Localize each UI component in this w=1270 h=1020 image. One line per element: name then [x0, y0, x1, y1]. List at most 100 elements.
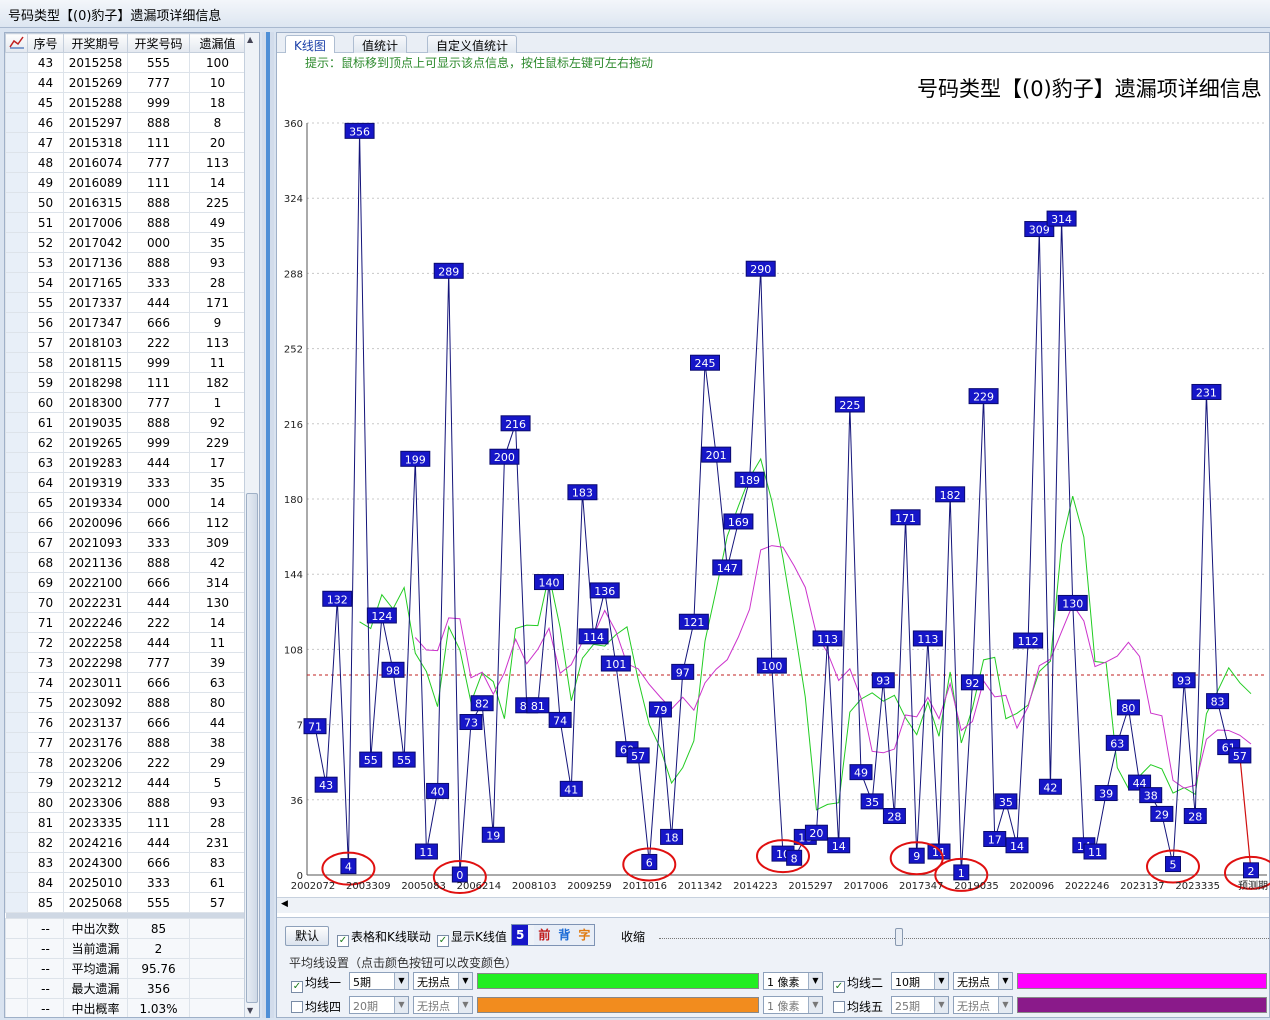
table-row[interactable]: 43 2015258 555 100 [5, 52, 246, 73]
table-row[interactable]: 44 2015269 777 10 [5, 72, 246, 93]
row-indicator[interactable] [5, 492, 28, 513]
checkbox-checked-icon[interactable]: ✓ [437, 935, 449, 947]
checkbox-checked-icon[interactable]: ✓ [291, 981, 303, 993]
row-indicator[interactable] [5, 52, 28, 73]
scrollbar-thumb[interactable] [246, 493, 258, 1003]
row-indicator[interactable] [5, 612, 28, 633]
ma1-inflection-select[interactable]: 无拐点 ▼ [413, 972, 473, 990]
ma5-period-select[interactable]: 25期 ▼ [891, 996, 949, 1014]
table-row[interactable]: 83 2024300 666 83 [5, 852, 246, 873]
table-row[interactable]: 71 2022246 222 14 [5, 612, 246, 633]
row-indicator[interactable] [5, 692, 28, 713]
table-row[interactable]: 53 2017136 888 93 [5, 252, 246, 273]
table-row[interactable]: 56 2017347 666 9 [5, 312, 246, 333]
table-row[interactable]: 46 2015297 888 8 [5, 112, 246, 133]
table-row[interactable]: 57 2018103 222 113 [5, 332, 246, 353]
row-indicator[interactable] [5, 792, 28, 813]
table-row[interactable]: 62 2019265 999 229 [5, 432, 246, 453]
table-row[interactable]: 75 2023092 888 80 [5, 692, 246, 713]
show-value-checkbox[interactable]: ✓ 显示K线值 [437, 928, 507, 947]
row-indicator[interactable] [5, 872, 28, 893]
table-row[interactable]: 65 2019334 000 14 [5, 492, 246, 513]
row-indicator[interactable] [5, 592, 28, 613]
scroll-down-icon[interactable]: ▼ [247, 1006, 253, 1015]
table-row[interactable]: 59 2018298 111 182 [5, 372, 246, 393]
badge-number[interactable]: 5 [512, 925, 529, 945]
row-indicator[interactable] [5, 332, 28, 353]
row-indicator[interactable] [5, 292, 28, 313]
ma4-period-select[interactable]: 20期 ▼ [349, 996, 409, 1014]
checkbox-checked-icon[interactable]: ✓ [833, 981, 845, 993]
chevron-down-icon[interactable]: ▼ [394, 997, 408, 1013]
row-indicator[interactable] [5, 152, 28, 173]
row-indicator[interactable] [5, 112, 28, 133]
table-row[interactable]: 77 2023176 888 38 [5, 732, 246, 753]
row-indicator[interactable] [5, 132, 28, 153]
ma5-checkbox[interactable]: 均线五 [833, 998, 883, 1015]
kline-chart-area[interactable]: 0 36 7 108 144 180 216 252 288 324 360 71 43 132 4 356 5… [277, 113, 1270, 943]
table-row[interactable]: 45 2015288 999 18 [5, 92, 246, 113]
panel-splitter[interactable] [262, 32, 274, 1018]
header-omission[interactable]: 遗漏值 [189, 33, 246, 53]
row-indicator[interactable] [5, 252, 28, 273]
row-indicator[interactable] [5, 752, 28, 773]
chevron-down-icon[interactable]: ▼ [808, 973, 822, 989]
row-indicator[interactable] [5, 432, 28, 453]
badge-back[interactable]: 背 [554, 925, 575, 945]
ma1-period-select[interactable]: 5期 ▼ [349, 972, 409, 990]
scroll-left-icon[interactable]: ◀ [281, 899, 288, 909]
table-row[interactable]: 51 2017006 888 49 [5, 212, 246, 233]
chart-icon[interactable] [5, 33, 28, 53]
ma2-checkbox[interactable]: ✓ 均线二 [833, 974, 883, 993]
table-row[interactable]: 81 2023335 111 28 [5, 812, 246, 833]
chevron-down-icon[interactable]: ▼ [934, 973, 948, 989]
row-indicator[interactable] [5, 572, 28, 593]
scroll-up-icon[interactable]: ▲ [247, 35, 253, 44]
kline-chart[interactable]: 0367108144180216252288324360714313243565… [277, 113, 1270, 897]
row-indicator[interactable] [5, 472, 28, 493]
table-row[interactable]: 85 2025068 555 57 [5, 892, 246, 913]
row-indicator[interactable] [5, 632, 28, 653]
table-row[interactable]: 73 2022298 777 39 [5, 652, 246, 673]
table-row[interactable]: 80 2023306 888 93 [5, 792, 246, 813]
ma2-color-button[interactable] [1017, 973, 1267, 989]
zoom-slider-track[interactable] [659, 938, 1269, 940]
header-number[interactable]: 开奖号码 [127, 33, 190, 53]
row-indicator[interactable] [5, 392, 28, 413]
link-checkbox[interactable]: ✓ 表格和K线联动 [337, 928, 431, 947]
ma5-inflection-select[interactable]: 无拐点 ▼ [953, 996, 1013, 1014]
ma2-inflection-select[interactable]: 无拐点 ▼ [953, 972, 1013, 990]
row-indicator[interactable] [5, 652, 28, 673]
table-row[interactable]: 74 2023011 666 63 [5, 672, 246, 693]
row-indicator[interactable] [5, 832, 28, 853]
table-row[interactable]: 49 2016089 111 14 [5, 172, 246, 193]
row-indicator[interactable] [5, 892, 28, 913]
table-row[interactable]: 50 2016315 888 225 [5, 192, 246, 213]
tab-custom-stats[interactable]: 自定义值统计 [427, 35, 518, 53]
row-indicator[interactable] [5, 312, 28, 333]
row-indicator[interactable] [5, 212, 28, 233]
table-row[interactable]: 79 2023212 444 5 [5, 772, 246, 793]
ma4-color-button[interactable] [477, 997, 759, 1013]
table-row[interactable]: 66 2020096 666 112 [5, 512, 246, 533]
badge-front[interactable]: 前 [534, 925, 555, 945]
table-row[interactable]: 61 2019035 888 92 [5, 412, 246, 433]
table-row[interactable]: 69 2022100 666 314 [5, 572, 246, 593]
ma4-inflection-select[interactable]: 无拐点 ▼ [413, 996, 473, 1014]
chevron-down-icon[interactable]: ▼ [458, 973, 472, 989]
badge-font[interactable]: 字 [574, 925, 595, 945]
table-row[interactable]: 82 2024216 444 231 [5, 832, 246, 853]
row-indicator[interactable] [5, 412, 28, 433]
chevron-down-icon[interactable]: ▼ [808, 997, 822, 1013]
row-indicator[interactable] [5, 452, 28, 473]
row-indicator[interactable] [5, 92, 28, 113]
row-indicator[interactable] [5, 272, 28, 293]
ma2-period-select[interactable]: 10期 ▼ [891, 972, 949, 990]
row-indicator[interactable] [5, 852, 28, 873]
tab-kline[interactable]: K线图 [285, 35, 335, 53]
chart-hscrollbar[interactable]: ◀ [277, 897, 1269, 913]
ma4-checkbox[interactable]: 均线四 [291, 998, 341, 1015]
row-indicator[interactable] [5, 732, 28, 753]
style-badges[interactable]: 5 前 背 字 [511, 924, 596, 946]
table-row[interactable]: 60 2018300 777 1 [5, 392, 246, 413]
